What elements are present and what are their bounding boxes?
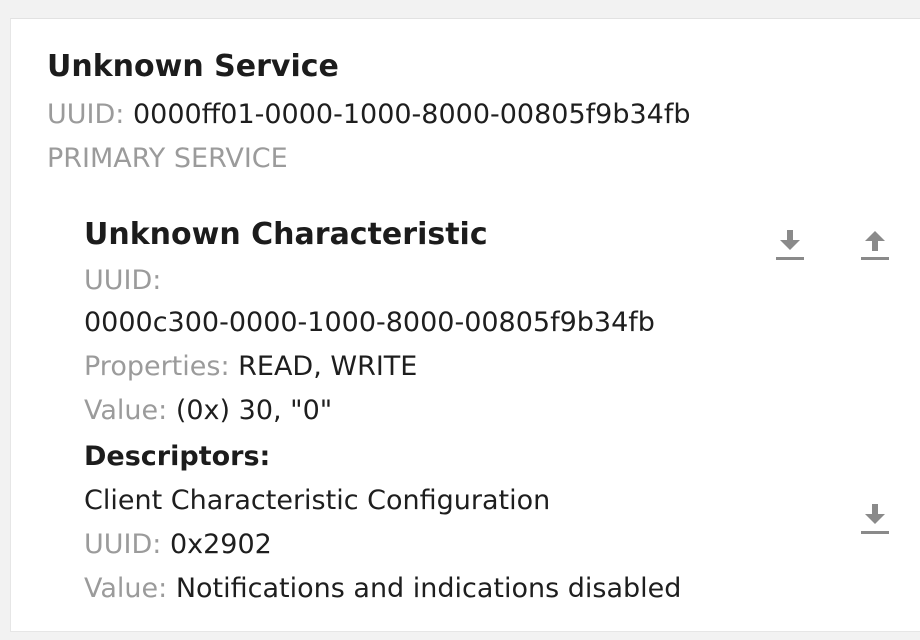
descriptor-value-value: Notifications and indications disabled xyxy=(175,573,682,604)
read-characteristic-button[interactable] xyxy=(766,223,814,271)
service-card: Unknown Service UUID: 0000ff01-0000-1000… xyxy=(10,18,920,632)
characteristic-uuid-label: UUID: xyxy=(84,265,162,296)
descriptor-value-row: Value: Notifications and indications dis… xyxy=(84,573,681,604)
properties-value: READ, WRITE xyxy=(238,351,418,382)
download-arrow-icon xyxy=(776,230,804,260)
descriptor-name: Client Characteristic Configuration xyxy=(84,485,551,516)
upload-arrow-icon xyxy=(861,231,889,260)
descriptor-uuid-row: UUID: 0x2902 xyxy=(84,529,272,560)
descriptor-uuid-value: 0x2902 xyxy=(169,529,272,560)
service-uuid-value: 0000ff01-0000-1000-8000-00805f9b34fb xyxy=(132,99,691,130)
descriptor-value-label: Value: xyxy=(84,573,176,604)
descriptors-title: Descriptors: xyxy=(84,441,271,472)
properties-label: Properties: xyxy=(84,351,239,382)
service-uuid-label: UUID: xyxy=(47,99,133,130)
characteristic-properties-row: Properties: READ, WRITE xyxy=(84,351,417,382)
characteristic-title: Unknown Characteristic xyxy=(84,217,488,252)
characteristic-uuid-value: 0000c300-0000-1000-8000-00805f9b34fb xyxy=(84,307,655,338)
download-arrow-icon xyxy=(861,504,889,534)
value-value: (0x) 30, "0" xyxy=(175,395,333,426)
service-type: PRIMARY SERVICE xyxy=(47,143,288,174)
characteristic-value-row: Value: (0x) 30, "0" xyxy=(84,395,332,426)
service-uuid-row: UUID: 0000ff01-0000-1000-8000-00805f9b34… xyxy=(47,99,690,130)
read-descriptor-button[interactable] xyxy=(851,497,899,545)
value-label: Value: xyxy=(84,395,176,426)
service-title: Unknown Service xyxy=(47,49,339,84)
write-characteristic-button[interactable] xyxy=(851,223,899,271)
descriptor-uuid-label: UUID: xyxy=(84,529,170,560)
